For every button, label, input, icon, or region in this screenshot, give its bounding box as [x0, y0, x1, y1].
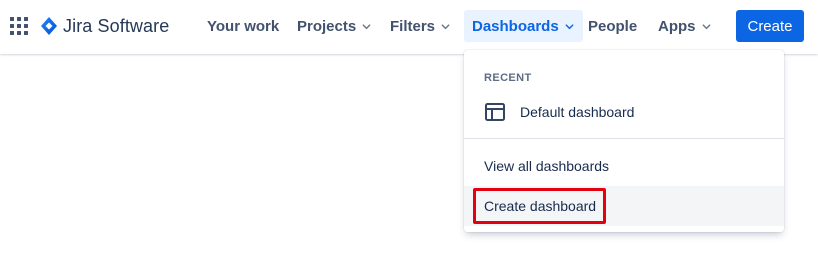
- nav-your-work-label: Your work: [207, 17, 280, 35]
- nav-filters[interactable]: Filters: [382, 10, 459, 42]
- menu-divider: [464, 138, 784, 139]
- create-dashboard-label: Create dashboard: [484, 198, 597, 214]
- dashboards-dropdown-menu: RECENT Default dashboard View all dashbo…: [464, 50, 784, 232]
- nav-people-label: People: [588, 17, 638, 35]
- nav-projects[interactable]: Projects: [289, 10, 380, 42]
- chevron-down-icon: [702, 23, 710, 29]
- jira-software-logo[interactable]: Jira Software: [41, 14, 169, 38]
- top-navigation-bar: Jira Software Your work Projects Filters…: [0, 0, 818, 54]
- nav-dashboards-label: Dashboards: [472, 17, 559, 35]
- recent-section-heading: RECENT: [484, 72, 532, 84]
- chevron-down-icon: [362, 23, 371, 29]
- nav-filters-label: Filters: [390, 17, 436, 35]
- nav-apps[interactable]: Apps: [650, 10, 720, 42]
- nav-apps-label: Apps: [658, 17, 696, 35]
- nav-dashboards[interactable]: Dashboards: [464, 10, 583, 42]
- menu-item-view-all-dashboards[interactable]: View all dashboards: [464, 146, 784, 186]
- create-button[interactable]: Create: [736, 10, 804, 42]
- nav-projects-label: Projects: [297, 17, 357, 35]
- dashboard-icon: [485, 103, 505, 121]
- chevron-down-icon: [565, 23, 574, 29]
- default-dashboard-label: Default dashboard: [520, 104, 635, 120]
- nav-your-work[interactable]: Your work: [199, 10, 287, 42]
- menu-item-default-dashboard[interactable]: Default dashboard: [464, 92, 784, 132]
- app-switcher-grid-icon[interactable]: [10, 17, 28, 35]
- view-all-dashboards-label: View all dashboards: [484, 158, 610, 174]
- app-name: Jira Software: [63, 15, 170, 36]
- chevron-down-icon: [441, 23, 450, 29]
- nav-people[interactable]: People: [580, 10, 645, 42]
- menu-item-create-dashboard[interactable]: Create dashboard: [464, 186, 784, 226]
- jira-diamond-icon: [41, 17, 57, 35]
